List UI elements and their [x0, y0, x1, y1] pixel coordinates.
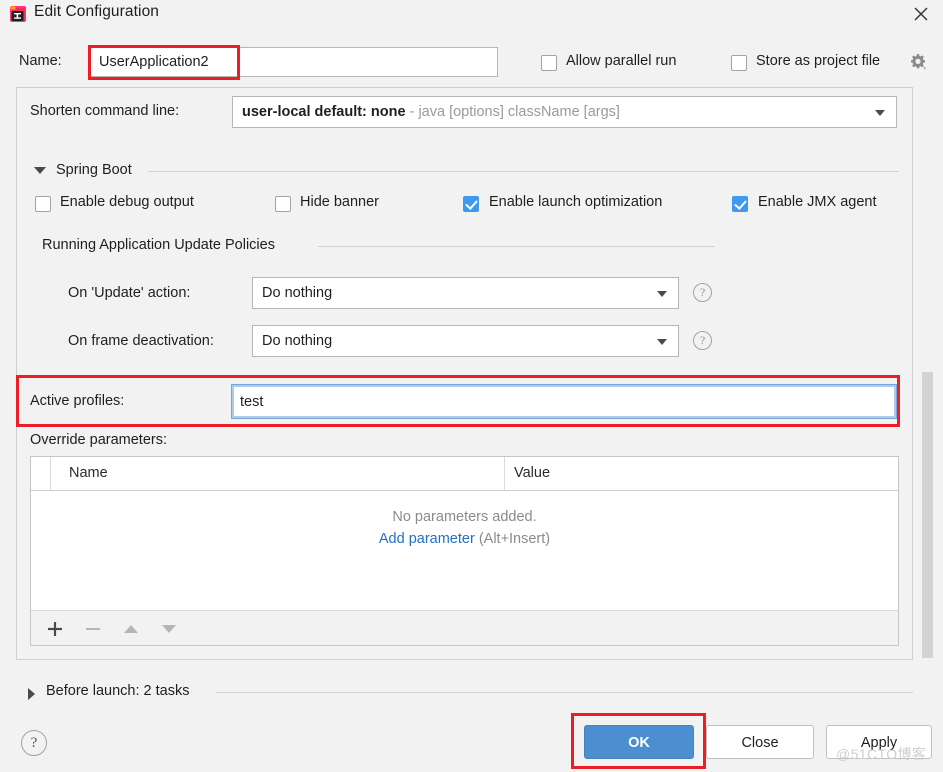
column-header-value: Value [514, 465, 550, 481]
on-frame-deactivation-help-icon[interactable]: ? [693, 331, 712, 350]
add-parameter-shortcut: (Alt+Insert) [479, 531, 550, 547]
shorten-command-line-select[interactable]: user-local default: none - java [options… [232, 96, 897, 128]
allow-parallel-run-checkbox[interactable] [541, 55, 557, 71]
help-button[interactable]: ? [21, 730, 47, 756]
shorten-value-bold: user-local default: none [242, 104, 406, 120]
close-button[interactable]: Close [706, 725, 814, 759]
store-as-project-file-checkbox[interactable] [731, 55, 747, 71]
title-bar: Edit Configuration [0, 0, 943, 30]
on-frame-deactivation-value: Do nothing [262, 333, 332, 349]
empty-message: No parameters added. [31, 509, 898, 525]
apply-button[interactable]: Apply [826, 725, 932, 759]
minus-icon [81, 617, 105, 641]
shorten-value-grey: - java [options] className [args] [406, 104, 620, 120]
vertical-scrollbar-thumb[interactable] [922, 372, 933, 658]
edit-configuration-dialog: Edit Configuration Name: Allow parallel … [0, 0, 943, 772]
enable-debug-output-label: Enable debug output [60, 194, 194, 210]
arrow-up-icon [119, 617, 143, 641]
allow-parallel-run-label: Allow parallel run [566, 53, 676, 69]
plus-icon[interactable] [43, 617, 67, 641]
chevron-down-icon [657, 339, 667, 345]
hide-banner-label: Hide banner [300, 194, 379, 210]
close-icon[interactable] [911, 4, 931, 24]
on-frame-deactivation-select[interactable]: Do nothing [252, 325, 679, 357]
table-empty-state: No parameters added. Add parameter (Alt+… [31, 509, 898, 547]
ok-button[interactable]: OK [584, 725, 694, 759]
gear-icon[interactable] [908, 52, 928, 72]
before-launch-title: Before launch: 2 tasks [46, 683, 196, 699]
hide-banner-checkbox[interactable] [275, 196, 291, 212]
add-parameter-row: Add parameter (Alt+Insert) [31, 531, 898, 547]
active-profiles-label: Active profiles: [30, 393, 124, 409]
enable-launch-optimization-checkbox[interactable] [463, 196, 479, 212]
arrow-down-icon [157, 617, 181, 641]
table-header-row: Name Value [31, 457, 898, 491]
on-update-action-value: Do nothing [262, 285, 332, 301]
store-as-project-file-label: Store as project file [756, 53, 880, 69]
shorten-command-line-value: user-local default: none - java [options… [242, 104, 620, 120]
spring-boot-group-title: Spring Boot [56, 162, 139, 178]
spring-boot-collapse-toggle[interactable] [34, 167, 46, 174]
column-separator [504, 457, 505, 490]
enable-jmx-agent-label: Enable JMX agent [758, 194, 877, 210]
before-launch-expand-toggle[interactable] [28, 688, 35, 700]
before-launch-divider [216, 692, 913, 693]
enable-jmx-agent-checkbox[interactable] [732, 196, 748, 212]
update-policies-group-title: Running Application Update Policies [42, 237, 282, 253]
active-profiles-input[interactable] [231, 384, 897, 419]
column-separator [50, 457, 51, 490]
window-title: Edit Configuration [34, 3, 159, 21]
override-parameters-toolbar [30, 610, 899, 646]
name-label: Name: [19, 53, 62, 69]
chevron-down-icon [657, 291, 667, 297]
update-policies-divider [318, 246, 715, 247]
column-header-name: Name [69, 465, 108, 481]
on-update-action-select[interactable]: Do nothing [252, 277, 679, 309]
add-parameter-link[interactable]: Add parameter [379, 531, 475, 547]
enable-launch-optimization-label: Enable launch optimization [489, 194, 662, 210]
shorten-command-line-label: Shorten command line: [30, 103, 179, 119]
intellij-idea-icon [9, 5, 27, 23]
enable-debug-output-checkbox[interactable] [35, 196, 51, 212]
on-update-action-label: On 'Update' action: [68, 285, 190, 301]
spring-boot-divider [148, 171, 899, 172]
on-frame-deactivation-label: On frame deactivation: [68, 333, 214, 349]
on-update-action-help-icon[interactable]: ? [693, 283, 712, 302]
override-parameters-label: Override parameters: [30, 432, 167, 448]
chevron-down-icon [875, 110, 885, 116]
name-input[interactable] [90, 47, 498, 77]
